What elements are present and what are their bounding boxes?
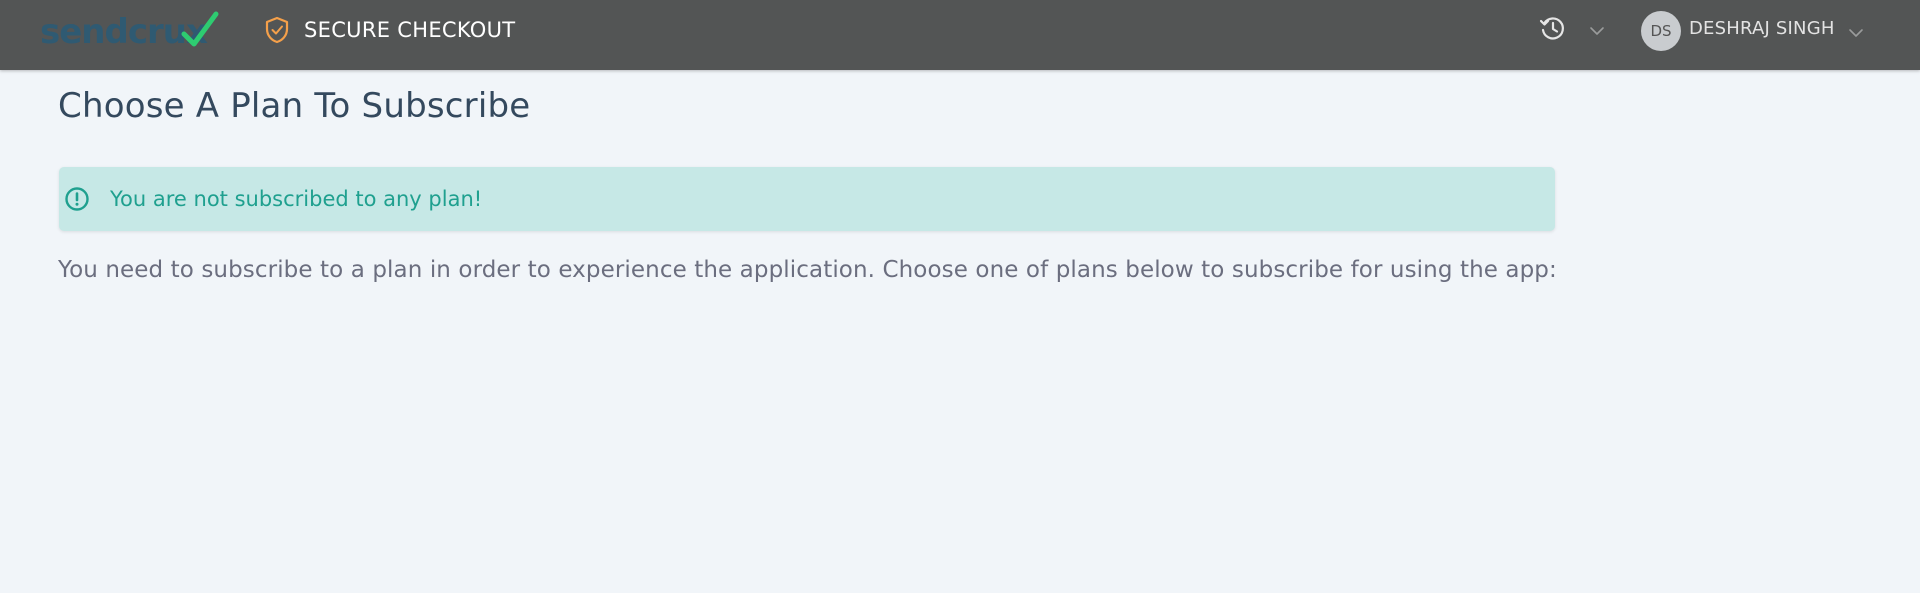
exclamation-circle-icon xyxy=(65,187,89,211)
subscription-alert: You are not subscribed to any plan! xyxy=(59,167,1555,231)
user-dropdown-chevron-down-icon[interactable] xyxy=(1848,28,1864,38)
secure-checkout: SECURE CHECKOUT xyxy=(264,16,515,44)
sendcrux-logo[interactable]: sendcrux xyxy=(40,10,220,54)
secure-checkout-label: SECURE CHECKOUT xyxy=(304,18,516,42)
top-navbar: sendcrux SECURE CHECKOUT DS DESHRAJ SING… xyxy=(0,0,1920,70)
logo-check-icon xyxy=(181,11,219,47)
avatar[interactable]: DS xyxy=(1641,11,1681,51)
username[interactable]: DESHRAJ SINGH xyxy=(1689,18,1835,39)
history-icon[interactable] xyxy=(1538,14,1566,42)
shield-check-icon xyxy=(265,16,289,44)
alert-message: You are not subscribed to any plan! xyxy=(110,187,483,211)
page-title: Choose A Plan To Subscribe xyxy=(58,86,531,126)
history-dropdown-chevron-down-icon[interactable] xyxy=(1589,26,1605,36)
subscription-info-text: You need to subscribe to a plan in order… xyxy=(58,257,1557,283)
